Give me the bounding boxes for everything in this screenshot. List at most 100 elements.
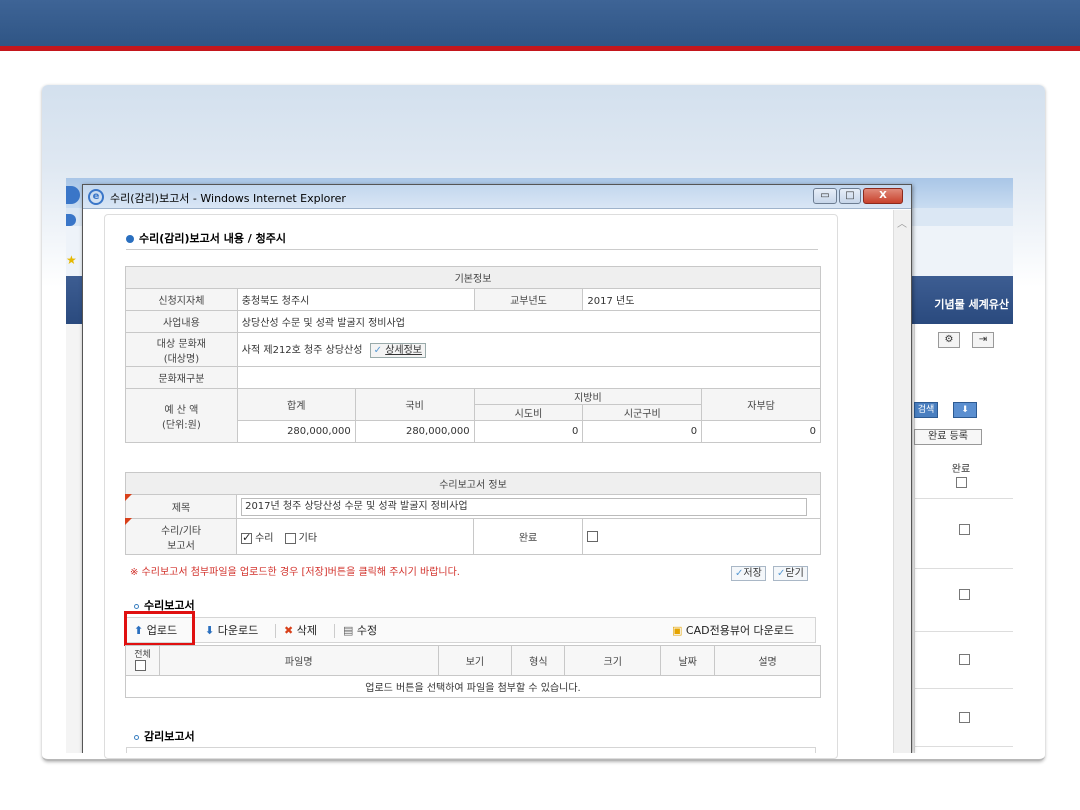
check-icon: ✓: [373, 345, 382, 356]
background-download-icon[interactable]: ⬇: [953, 402, 977, 418]
heritage-label: 대상 문화재 (대상명): [125, 332, 238, 367]
empty-file-message: 업로드 버튼을 선택하여 파일을 첨부할 수 있습니다.: [125, 675, 821, 698]
done-label: 완료: [473, 518, 583, 555]
done-cell: [582, 518, 821, 555]
report-info-header: 수리보고서 정보: [125, 472, 821, 495]
city-value: 0: [582, 420, 703, 443]
category-value: [236, 366, 822, 389]
report-type-label-line1: 수리/기타: [160, 525, 202, 537]
edit-button[interactable]: ▤ 수정: [343, 622, 377, 640]
basic-info-header: 기본정보: [125, 266, 821, 289]
col-size[interactable]: 크기: [564, 645, 662, 676]
province-label: 시도비: [473, 404, 584, 421]
done-checkbox[interactable]: [587, 530, 598, 542]
other-checkbox[interactable]: [284, 532, 296, 544]
cad-viewer-label: CAD전용뷰어 다운로드: [685, 624, 795, 637]
delete-x-icon: ✖: [284, 624, 294, 637]
grant-year-value: 2017 년도: [582, 288, 821, 311]
row-divider: [914, 568, 1013, 569]
background-done-header-label: 완료: [951, 464, 971, 475]
row-divider: [914, 746, 1013, 747]
delete-button[interactable]: ✖ 삭제: [284, 622, 317, 640]
popup-title: 수리(감리)보고서 - Windows Internet Explorer: [110, 192, 346, 205]
file-table: 전체 파일명 보기 형식 크기 날짜 설명 업로드 버튼을 선택하여 파일을 첨…: [125, 645, 821, 698]
download-button-label: 다운로드: [217, 624, 259, 637]
heritage-value-cell: 사적 제212호 청주 상당산성 ✓ 상세정보: [236, 332, 822, 367]
toolbar-separator: [275, 624, 276, 638]
slide-header-accent: [0, 46, 1080, 51]
file-toolbar: ⬆ 업로드 ⬇ 다운로드 ✖ 삭제 ▤ 수정 ▣ CAD전용뷰어 다운로드: [126, 617, 816, 643]
close-button-label: 닫기: [785, 568, 804, 579]
document-icon: ▤: [343, 624, 354, 637]
download-arrow-icon: ⬇: [205, 624, 215, 637]
required-marker-icon: [125, 518, 132, 525]
background-row-checkbox[interactable]: [959, 524, 970, 535]
page-title-text: 수리(감리)보고서 내용 / 청주시: [139, 232, 287, 245]
background-row-checkbox[interactable]: [959, 712, 970, 723]
title-bullet-icon: [126, 235, 134, 243]
local-label: 지방비: [473, 388, 703, 405]
national-label: 국비: [354, 388, 475, 421]
edit-button-label: 수정: [356, 624, 378, 637]
select-all-cell: 전체: [125, 645, 160, 676]
row-divider: [914, 631, 1013, 632]
section-bullet-icon: [134, 603, 139, 609]
category-label: 문화재구분: [125, 366, 238, 389]
report-type-label: 수리/기타 보고서: [124, 518, 238, 555]
report-title-input[interactable]: 2017년 청주 상당산성 수문 및 성곽 발굴지 정비사업: [241, 497, 808, 516]
maximize-button[interactable]: □: [839, 188, 861, 204]
arrow-right-icon[interactable]: ⇥: [972, 332, 994, 348]
background-row-checkbox[interactable]: [959, 654, 970, 665]
select-all-checkbox[interactable]: [135, 659, 147, 671]
toolbar-separator: [334, 624, 335, 638]
minimize-button[interactable]: ▭: [813, 188, 837, 204]
repair-checkbox[interactable]: [241, 531, 253, 544]
col-date[interactable]: 날짜: [660, 645, 716, 676]
slide-header-bar: [0, 0, 1080, 46]
city-label: 시군구비: [582, 404, 703, 421]
grant-year-label: 교부년도: [473, 288, 584, 311]
supervision-report-title: 감리보고서: [134, 728, 195, 744]
row-divider: [914, 498, 1013, 499]
save-button[interactable]: ✓저장: [731, 566, 766, 581]
basic-info-table: 기본정보 신청지자체 충청북도 청주시 교부년도 2017 년도 사업내용 상당…: [125, 266, 822, 443]
col-view[interactable]: 보기: [437, 645, 513, 676]
upload-notice: ※ 수리보고서 첨부파일을 업로드한 경우 [저장]버튼을 클릭해 주시기 바랍…: [130, 567, 460, 578]
gear-icon[interactable]: ⚙: [938, 332, 960, 348]
total-value: 280,000,000: [236, 420, 356, 443]
self-value: 0: [701, 420, 821, 443]
upload-highlight-box: [124, 611, 195, 646]
scroll-up-icon[interactable]: ︿: [897, 215, 907, 230]
page-title: 수리(감리)보고서 내용 / 청주시: [126, 230, 286, 246]
col-description[interactable]: 설명: [714, 645, 821, 676]
background-done-header: 완료: [946, 460, 976, 488]
cad-viewer-download-button[interactable]: ▣ CAD전용뷰어 다운로드: [672, 622, 794, 640]
province-value: 0: [473, 420, 584, 443]
repair-checkbox-label: 수리: [255, 533, 274, 544]
report-type-label-line2: 보고서: [167, 540, 195, 552]
self-label: 자부담: [701, 388, 821, 421]
background-row-checkbox[interactable]: [959, 589, 970, 600]
select-all-label: 전체: [134, 649, 151, 660]
budget-label-line1: 예 산 액: [164, 404, 199, 416]
supervision-toolbar-top: [126, 747, 816, 753]
background-nav-text[interactable]: 기념물 세계유산: [934, 296, 1009, 312]
background-done-all-checkbox[interactable]: [955, 477, 967, 488]
supervision-report-title-text: 감리보고서: [144, 730, 195, 743]
col-filename[interactable]: 파일명: [158, 645, 439, 676]
close-window-button[interactable]: X: [863, 188, 903, 204]
ie-logo-icon: e: [88, 189, 104, 205]
download-button[interactable]: ⬇ 다운로드: [205, 622, 258, 640]
close-button[interactable]: ✓닫기: [773, 566, 808, 581]
favorites-star-icon[interactable]: ★: [66, 253, 77, 267]
delete-button-label: 삭제: [296, 624, 317, 637]
col-format[interactable]: 형식: [511, 645, 566, 676]
heritage-label-line2: (대상명): [163, 353, 200, 365]
popup-scrollbar[interactable]: [893, 210, 911, 753]
background-done-register-button[interactable]: 완료 등록: [914, 429, 982, 445]
required-marker-icon: [125, 494, 132, 501]
national-value: 280,000,000: [354, 420, 475, 443]
cad-viewer-icon: ▣: [672, 624, 683, 637]
background-search-button[interactable]: 검색: [914, 402, 938, 418]
detail-info-button[interactable]: ✓ 상세정보: [369, 343, 426, 358]
